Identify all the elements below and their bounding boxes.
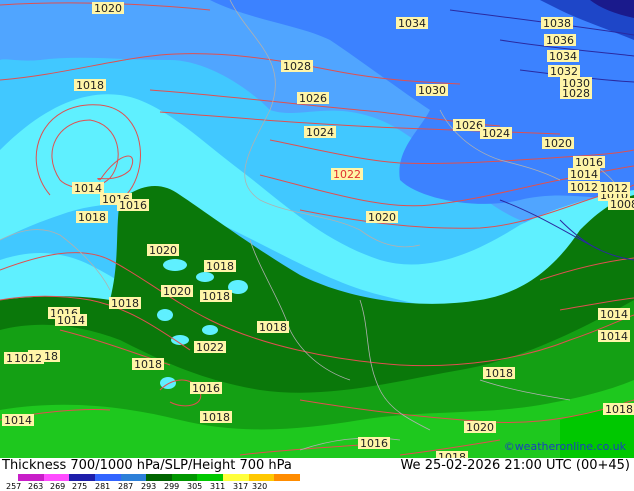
isobar-label: 1028 (562, 87, 590, 100)
isobar-label: 1018 (111, 297, 139, 310)
legend-swatch (223, 474, 249, 481)
legend-swatch (121, 474, 147, 481)
legend-swatch (18, 474, 44, 481)
isobar-label: 1034 (549, 50, 577, 63)
isobar-label: 1014 (600, 308, 628, 321)
isobar-label: 1018 (259, 321, 287, 334)
isobar-label: 1018 (134, 358, 162, 371)
isobar-label: 1026 (455, 119, 483, 132)
isobar-label: 1022 (196, 341, 224, 354)
isobar-label: 1018 (605, 403, 633, 416)
isobar-label: 1018 (485, 367, 513, 380)
weather-map: 1020103410381036103410321030102810181028… (0, 0, 634, 458)
isobar-label: 1018 (78, 211, 106, 224)
credit-link[interactable]: ©weatheronline.co.uk (504, 440, 626, 453)
isobar-label: 1012 (14, 352, 42, 365)
isobar-label: 1012 (600, 182, 628, 195)
lake-feature (202, 325, 218, 335)
lake-feature (196, 272, 214, 282)
isobar-label: 1038 (543, 17, 571, 30)
legend-swatch (69, 474, 95, 481)
color-legend (18, 474, 300, 481)
lake-feature (163, 259, 187, 271)
isobar-label: 1020 (466, 421, 494, 434)
isobar-label: 1024 (482, 127, 510, 140)
map-canvas: 1020103410381036103410321030102810181028… (0, 0, 634, 458)
isobar-label: 1018 (202, 290, 230, 303)
legend-swatch (146, 474, 172, 481)
isobar-label: 1018 (76, 79, 104, 92)
isobar-label: 1008 (610, 198, 634, 211)
isobar-label: 1020 (94, 2, 122, 15)
footer-bar: Thickness 700/1000 hPa/SLP/Height 700 hP… (0, 458, 634, 490)
isobar-label: 1014 (74, 182, 102, 195)
forecast-datetime: We 25-02-2026 21:00 UTC (00+45) (400, 458, 630, 473)
isobar-label: 1018 (206, 260, 234, 273)
legend-swatch (197, 474, 223, 481)
isobar-label: 1024 (306, 126, 334, 139)
legend-swatch (249, 474, 275, 481)
isobar-label: 1022 (333, 168, 361, 181)
legend-swatch (44, 474, 70, 481)
isobar-label: 1012 (570, 181, 598, 194)
isobar-label: 1026 (299, 92, 327, 105)
isobar-label: 1030 (418, 84, 446, 97)
isobar-label: 1018 (202, 411, 230, 424)
isobar-label: 1020 (368, 211, 396, 224)
isobar-label: 1018 (438, 451, 466, 458)
isobar-label: 1016 (360, 437, 388, 450)
isobar-label: 1020 (149, 244, 177, 257)
isobar-label: 1014 (570, 168, 598, 181)
isobar-label: 1020 (544, 137, 572, 150)
legend-swatch (95, 474, 121, 481)
isobar-label: 1016 (119, 199, 147, 212)
isobar-label: 1016 (192, 382, 220, 395)
lake-feature (157, 309, 173, 321)
isobar-label: 1036 (546, 34, 574, 47)
isobar-label: 1028 (283, 60, 311, 73)
isobar-label: 1014 (4, 414, 32, 427)
map-title: Thickness 700/1000 hPa/SLP/Height 700 hP… (2, 458, 292, 473)
legend-swatch (274, 474, 300, 481)
isobar-label: 1034 (398, 17, 426, 30)
isobar-label: 1014 (600, 330, 628, 343)
legend-swatch (172, 474, 198, 481)
isobar-label: 1020 (163, 285, 191, 298)
isobar-label: 1014 (57, 314, 85, 327)
